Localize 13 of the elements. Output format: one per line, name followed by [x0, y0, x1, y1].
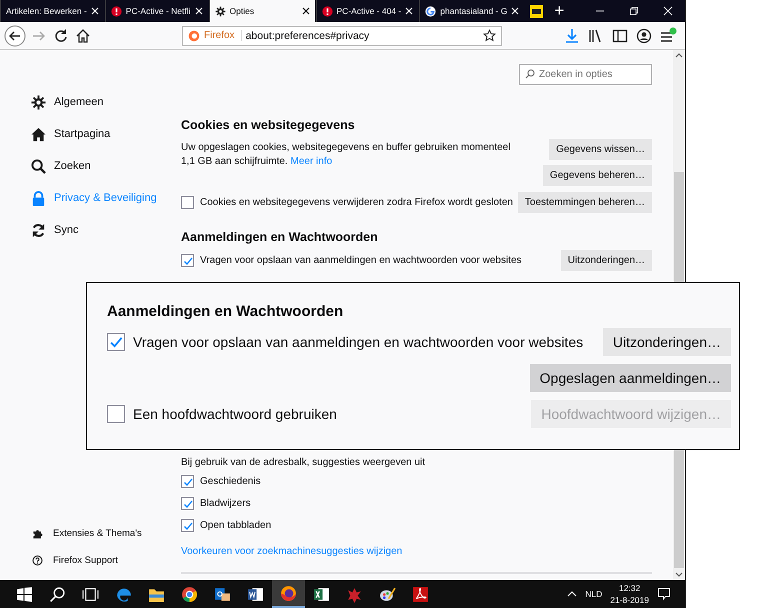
checkbox-label: Geschiedenis	[200, 476, 261, 487]
section-heading: Aanmeldingen en Wachtwoorden	[181, 230, 379, 244]
suggestions-text: Bij gebruik van de adresbalk, suggesties weergeven uit	[181, 457, 426, 468]
checkbox-label: Bladwijzers	[200, 498, 251, 509]
checkbox-label: Een hoofdwachtwoord gebruiken	[133, 406, 337, 422]
section-heading: Cookies en websitegegevens	[181, 118, 356, 132]
checkbox-label: Cookies en websitegegevens verwijderen zodra Firefox wordt gesloten	[200, 197, 513, 208]
checkbox-label: Vragen voor opslaan van aanmeldingen en wachtwoorden voor websites	[133, 334, 584, 350]
checkbox-label: Vragen voor opslaan van aanmeldingen en wachtwoorden voor websites	[200, 255, 522, 266]
storage-usage: 1,1 GB aan schijfruimte.	[181, 156, 288, 167]
storage-description: Uw opgeslagen cookies, websitegegevens en buffer gebruiken momenteel	[181, 142, 510, 153]
section-heading: Aanmeldingen en Wachtwoorden	[107, 303, 344, 320]
checkbox-label: Open tabbladen	[200, 520, 272, 531]
